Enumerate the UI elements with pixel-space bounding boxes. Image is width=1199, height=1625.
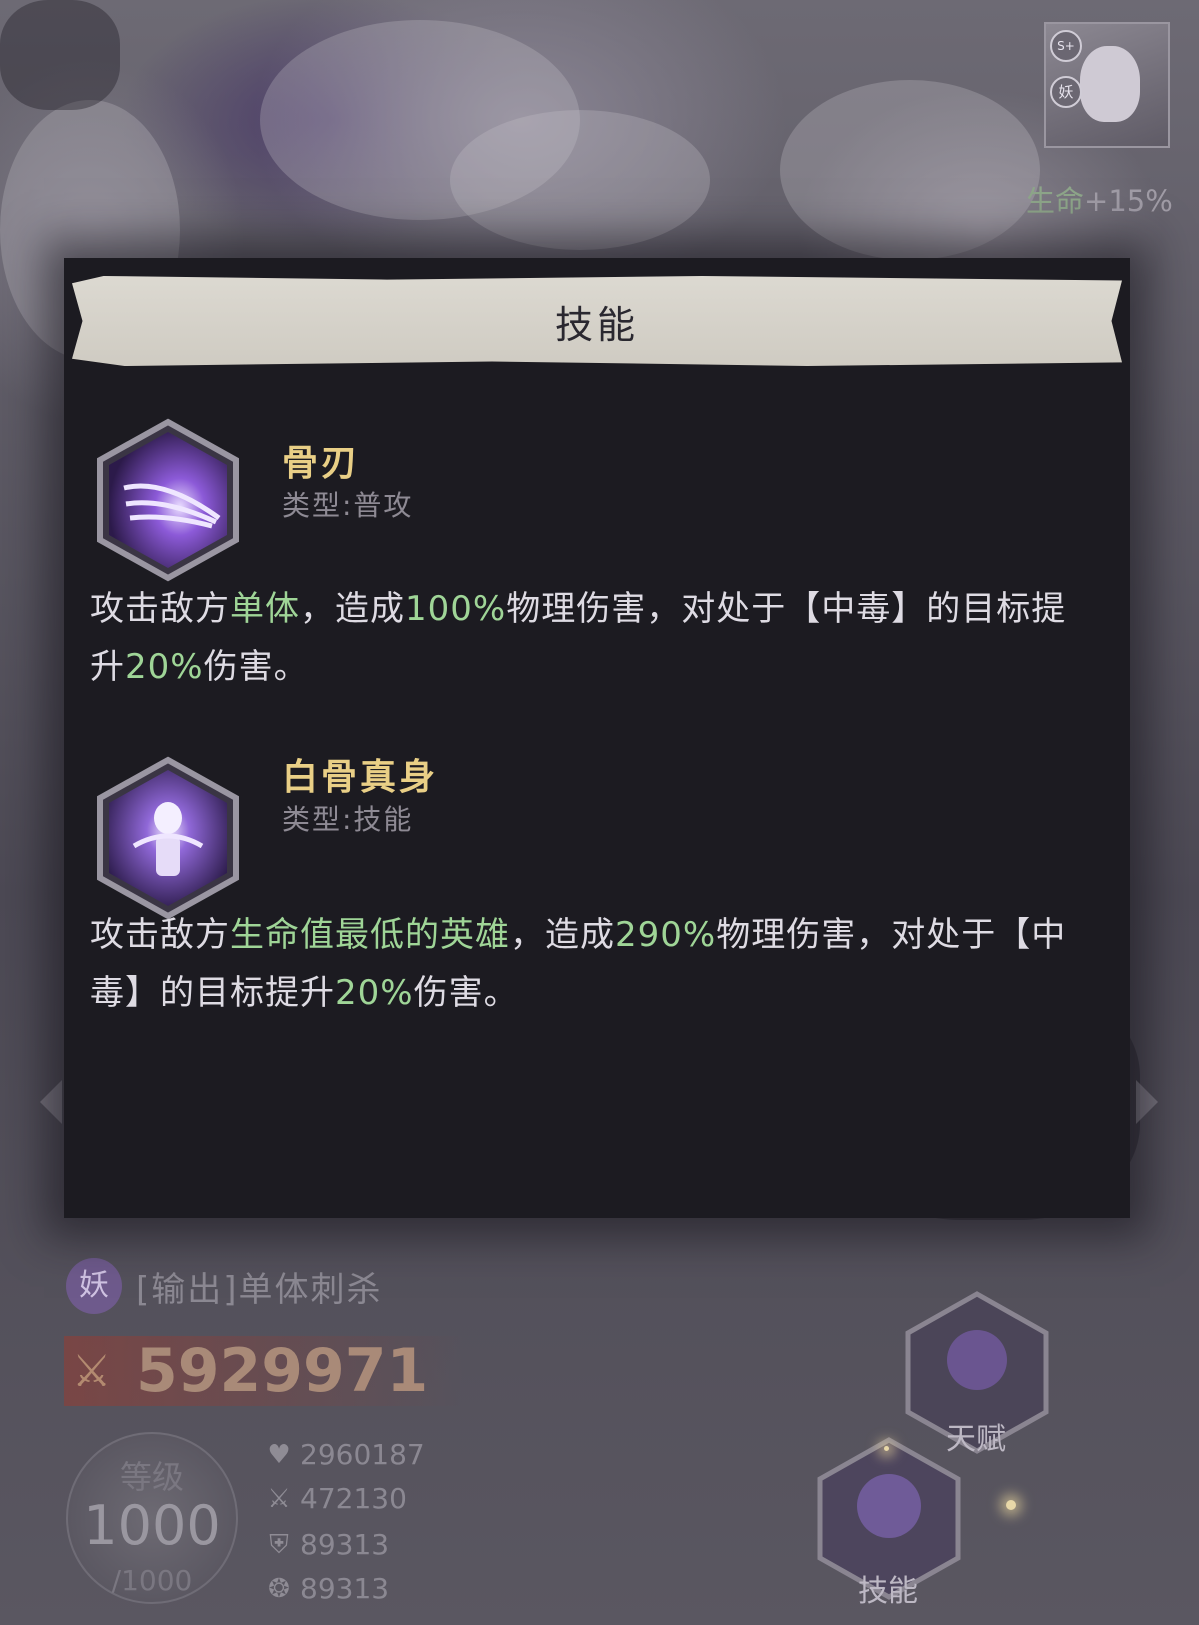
stat-speed-value: 89313 <box>300 1572 390 1605</box>
skill-2-name: 白骨真身 <box>282 757 439 798</box>
sparkle <box>884 1446 889 1451</box>
hero-role: 妖 [输出]单体刺杀 <box>66 1258 383 1314</box>
level-label: 等级 <box>119 1458 184 1496</box>
bone-blade-skill-icon[interactable] <box>94 418 242 582</box>
desc-text: ，造成 <box>510 915 615 955</box>
desc-highlight: 20% <box>335 973 414 1013</box>
prev-arrow[interactable] <box>40 1080 62 1124</box>
hero-face <box>1080 46 1140 122</box>
white-bone-body-skill-icon[interactable] <box>94 756 242 920</box>
sword-icon: ⚔ <box>267 1483 291 1514</box>
stat-hp: ♥ 2960187 <box>264 1438 425 1471</box>
skill-2-type: 类型:技能 <box>282 803 414 836</box>
role-text: [输出]单体刺杀 <box>136 1269 383 1310</box>
heart-icon: ♥ <box>267 1439 291 1470</box>
stat-attack-value: 472130 <box>300 1482 407 1515</box>
stat-speed: ❂ 89313 <box>264 1572 389 1605</box>
power-value: 5929971 <box>136 1336 429 1406</box>
faction-badge: 妖 <box>1050 76 1082 108</box>
desc-highlight: 20% <box>125 647 204 687</box>
next-arrow[interactable] <box>1136 1080 1158 1124</box>
life-bonus: 生命+15% <box>1026 178 1173 220</box>
desc-text: 攻击敌方 <box>90 589 230 629</box>
life-bonus-value: +15% <box>1084 184 1173 218</box>
life-bonus-label: 生命 <box>1026 184 1085 218</box>
desc-text: 伤害。 <box>203 647 309 687</box>
stat-defense: ⛨ 89313 <box>264 1528 389 1561</box>
swirl-icon: ❂ <box>268 1573 290 1604</box>
shield-icon: ⛨ <box>269 1529 289 1560</box>
level-value: 1000 <box>83 1494 221 1557</box>
desc-highlight: 290% <box>615 915 717 955</box>
hero-portrait[interactable]: S+ 妖 <box>1044 22 1170 148</box>
level-ring: 等级 1000 /1000 <box>66 1432 238 1604</box>
desc-text: 伤害。 <box>413 973 519 1013</box>
skill-label: 技能 <box>858 1574 918 1609</box>
panel-title: 技能 <box>554 302 639 347</box>
stat-defense-value: 89313 <box>300 1528 390 1561</box>
skill-1-name: 骨刃 <box>282 443 361 484</box>
level-max: /1000 <box>111 1564 193 1597</box>
sparkle <box>1006 1500 1016 1510</box>
skill-1-description: 攻击敌方单体，造成100%物理伤害，对处于【中毒】的目标提升20%伤害。 <box>90 580 1090 696</box>
rank-badge: S+ <box>1050 30 1082 62</box>
desc-text: 攻击敌方 <box>90 915 230 955</box>
power-icon: ⚔ <box>72 1346 112 1397</box>
desc-highlight: 生命值最低的英雄 <box>230 915 510 955</box>
desc-text: ，造成 <box>300 589 405 629</box>
skill-1-type: 类型:普攻 <box>282 489 414 522</box>
combat-power: ⚔ 5929971 <box>64 1336 464 1406</box>
skills-panel: 技能 骨刃 类型:普攻 攻击敌方单体，造成100%物理伤害，对处于【中毒】的目标… <box>64 258 1130 1218</box>
panel-header: 技能 <box>72 276 1122 366</box>
desc-highlight: 单体 <box>230 589 300 629</box>
stat-attack: ⚔ 472130 <box>264 1482 407 1515</box>
stat-hp-value: 2960187 <box>300 1438 425 1471</box>
desc-highlight: 100% <box>405 589 507 629</box>
skill-2-description: 攻击敌方生命值最低的英雄，造成290%物理伤害，对处于【中毒】的目标提升20%伤… <box>90 906 1090 1022</box>
faction-icon: 妖 <box>66 1258 122 1314</box>
